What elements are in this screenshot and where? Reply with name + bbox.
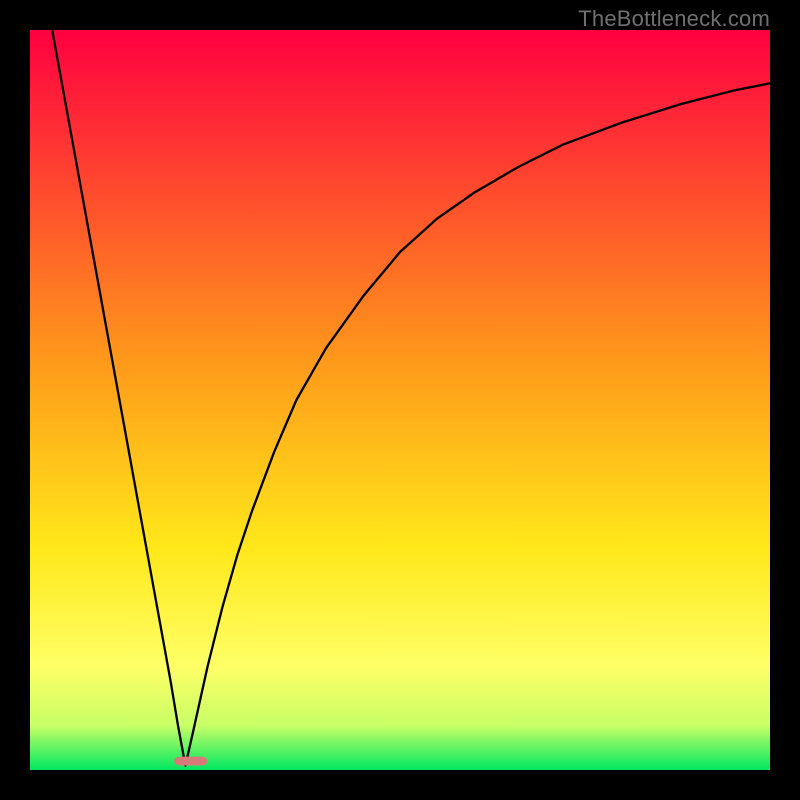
chart-container: TheBottleneck.com [0, 0, 800, 800]
watermark-text: TheBottleneck.com [578, 6, 770, 32]
gradient-background [30, 30, 770, 770]
optimal-marker [174, 757, 207, 766]
plot-area [30, 30, 770, 770]
chart-svg [30, 30, 770, 770]
